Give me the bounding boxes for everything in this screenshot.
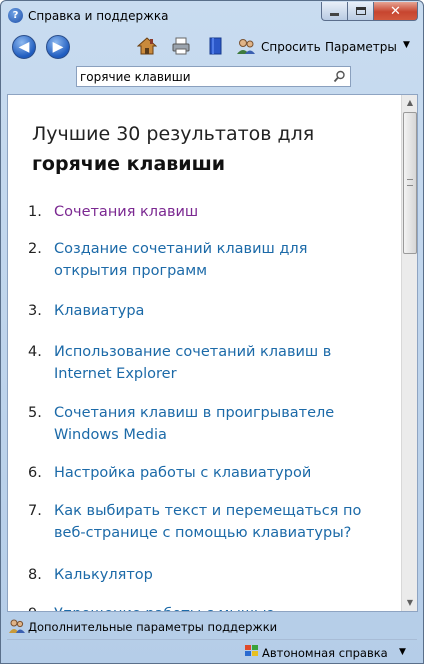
print-icon[interactable] bbox=[171, 36, 191, 56]
result-number: 3. bbox=[28, 303, 42, 319]
offline-help-button[interactable]: Автономная справка bbox=[262, 646, 388, 660]
search-input[interactable] bbox=[80, 69, 330, 84]
result-number: 8. bbox=[28, 567, 42, 583]
toolbar: ◀ ▶ Спросить Параметры ▼ bbox=[7, 31, 417, 63]
result-item: 7. Как выбирать текст и перемещаться по ве… bbox=[28, 500, 378, 544]
chevron-down-icon[interactable]: ▼ bbox=[403, 40, 410, 50]
results-query: горячие клавиши bbox=[32, 153, 226, 175]
result-link-line: Калькулятор bbox=[54, 567, 153, 583]
window-title: Справка и поддержка bbox=[28, 9, 169, 23]
result-number: 5. bbox=[28, 405, 42, 421]
offline-help-icon bbox=[245, 645, 258, 656]
results-pane: Лучшие 30 результатов для горячие клавиш… bbox=[7, 94, 418, 612]
result-link[interactable]: Как выбирать текст и перемещаться по веб-… bbox=[54, 500, 378, 544]
support-people-icon bbox=[9, 619, 25, 633]
result-link[interactable]: Использование сочетаний клавиш в Internet… bbox=[54, 341, 378, 385]
search-box[interactable] bbox=[76, 66, 351, 87]
options-button[interactable]: Параметры bbox=[325, 40, 397, 54]
result-link[interactable]: Создание сочетаний клавиш для открытия пр… bbox=[54, 238, 378, 282]
result-number: 6. bbox=[28, 465, 42, 481]
maximize-icon bbox=[355, 7, 366, 15]
result-link[interactable]: Сочетания клавиш bbox=[54, 201, 378, 223]
arrow-left-icon: ◀ bbox=[18, 39, 30, 55]
caption-buttons: ✕ bbox=[321, 2, 418, 21]
more-support-link[interactable]: Дополнительные параметры поддержки bbox=[28, 620, 277, 634]
result-item: 2. Создание сочетаний клавиш для открытия … bbox=[28, 238, 378, 282]
result-link-line: открытия программ bbox=[54, 263, 208, 279]
arrow-right-icon: ▶ bbox=[52, 39, 64, 55]
minimize-icon bbox=[330, 13, 339, 16]
home-icon[interactable] bbox=[137, 36, 157, 56]
result-number: 2. bbox=[28, 241, 42, 257]
results-heading: Лучшие 30 результатов для bbox=[32, 123, 315, 145]
result-number: 4. bbox=[28, 344, 42, 360]
result-link-line: веб-странице с помощью клавиатуры? bbox=[54, 525, 352, 541]
scrollbar-thumb[interactable] bbox=[403, 112, 417, 254]
result-link[interactable]: Сочетания клавиш в проигрывателе Windows … bbox=[54, 402, 378, 446]
forward-button[interactable]: ▶ bbox=[46, 35, 70, 59]
vertical-scrollbar[interactable]: ▲ ▼ bbox=[401, 95, 417, 611]
status-divider bbox=[7, 639, 417, 640]
result-link-line: Создание сочетаний клавиш для bbox=[54, 241, 308, 257]
result-link[interactable]: Настройка работы с клавиатурой bbox=[54, 462, 378, 484]
search-icon[interactable] bbox=[333, 70, 346, 83]
back-button[interactable]: ◀ bbox=[12, 35, 36, 59]
result-link-line: Использование сочетаний клавиш в bbox=[54, 344, 332, 360]
chevron-down-icon[interactable]: ▼ bbox=[399, 647, 406, 657]
result-item: 5. Сочетания клавиш в проигрывателе Window… bbox=[28, 402, 378, 446]
result-number: 1. bbox=[28, 204, 42, 220]
scroll-up-icon[interactable]: ▲ bbox=[402, 95, 417, 111]
status-bar: Дополнительные параметры поддержки Автон… bbox=[1, 613, 423, 663]
result-link-line: Windows Media bbox=[54, 427, 167, 443]
result-link[interactable]: Упрощение работы с мышью bbox=[54, 603, 378, 611]
result-link-line: Клавиатура bbox=[54, 303, 145, 319]
title-bar[interactable]: ? Справка и поддержка ✕ bbox=[1, 1, 423, 31]
help-app-icon: ? bbox=[8, 8, 23, 23]
result-link-line: Internet Explorer bbox=[54, 366, 177, 382]
result-item: 3. Клавиатура bbox=[28, 300, 378, 322]
result-link[interactable]: Калькулятор bbox=[54, 564, 378, 586]
result-link-line: Упрощение работы с мышью bbox=[54, 603, 378, 611]
result-item: 9. Упрощение работы с мышью bbox=[28, 603, 378, 611]
result-link-line: Сочетания клавиш bbox=[54, 204, 199, 220]
scroll-down-icon[interactable]: ▼ bbox=[402, 595, 417, 611]
result-link-line: Сочетания клавиш в проигрывателе bbox=[54, 405, 335, 421]
result-link-line: Настройка работы с клавиатурой bbox=[54, 465, 312, 481]
ask-button[interactable]: Спросить bbox=[261, 40, 321, 54]
help-window: ? Справка и поддержка ✕ ◀ ▶ Спросить Пар… bbox=[0, 0, 424, 664]
result-link[interactable]: Клавиатура bbox=[54, 300, 378, 322]
browse-help-icon[interactable] bbox=[206, 36, 226, 56]
close-button[interactable]: ✕ bbox=[374, 2, 418, 21]
result-number: 7. bbox=[28, 503, 42, 519]
result-item: 8. Калькулятор bbox=[28, 564, 378, 586]
ask-people-icon[interactable] bbox=[236, 36, 256, 56]
close-icon: ✕ bbox=[390, 3, 401, 19]
result-item: 4. Использование сочетаний клавиш в Intern… bbox=[28, 341, 378, 385]
grip-icon bbox=[407, 179, 413, 186]
result-item: 1. Сочетания клавиш bbox=[28, 201, 378, 223]
result-link-line: Как выбирать текст и перемещаться по bbox=[54, 503, 362, 519]
result-number: 9. bbox=[28, 603, 42, 611]
result-item: 6. Настройка работы с клавиатурой bbox=[28, 462, 378, 484]
minimize-button[interactable] bbox=[321, 2, 348, 21]
maximize-button[interactable] bbox=[348, 2, 374, 21]
